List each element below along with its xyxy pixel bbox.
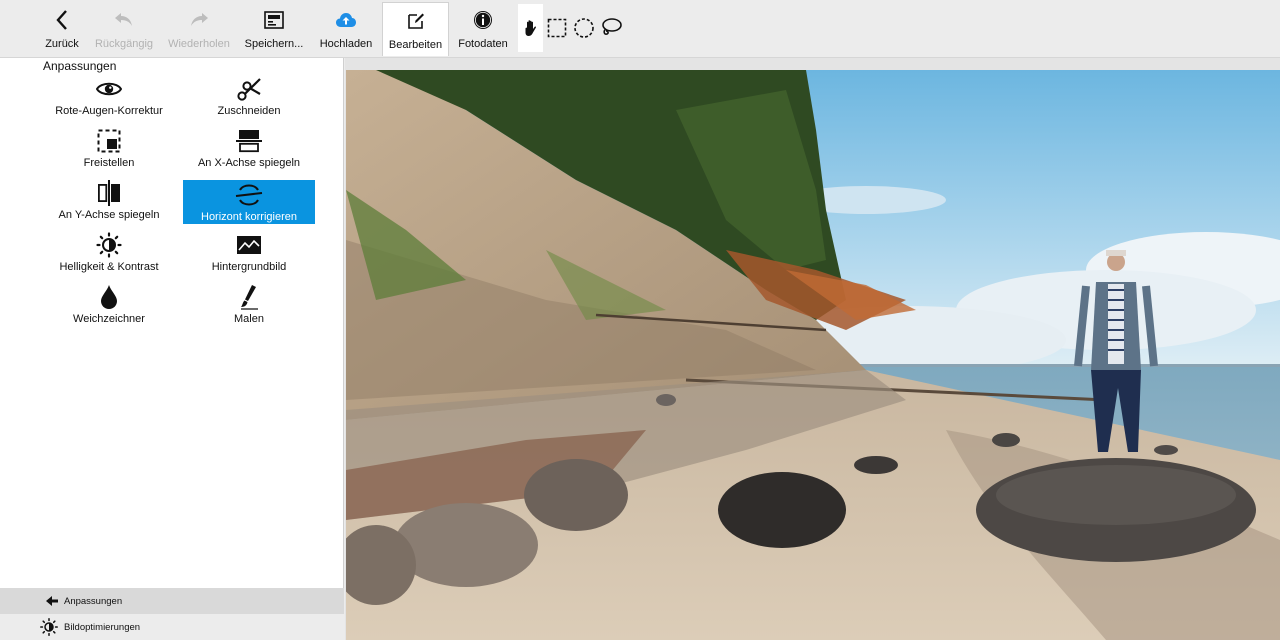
save-button[interactable]: Speichern... bbox=[244, 2, 304, 56]
upload-label: Hochladen bbox=[319, 38, 373, 50]
redo-button[interactable]: Wiederholen bbox=[168, 2, 230, 56]
redo-label: Wiederholen bbox=[168, 38, 230, 50]
info-label: Fotodaten bbox=[458, 38, 508, 50]
redo-icon bbox=[187, 8, 211, 32]
panel-title: Anpassungen bbox=[43, 59, 117, 73]
optimize-sun-icon bbox=[40, 618, 58, 636]
upload-button[interactable]: Hochladen bbox=[318, 2, 374, 56]
undo-label: Rückgängig bbox=[94, 38, 154, 50]
scissors-icon bbox=[236, 76, 262, 102]
brush-icon bbox=[238, 284, 260, 310]
adjustments-tab-label: Anpassungen bbox=[64, 595, 123, 607]
beach-photo-image bbox=[346, 70, 1280, 640]
ellipse-select-tool[interactable] bbox=[571, 15, 597, 41]
cutout-button[interactable]: Freistellen bbox=[43, 126, 175, 170]
lasso-icon bbox=[602, 18, 622, 35]
horizon-icon bbox=[235, 182, 263, 208]
flip-x-button[interactable]: An X-Achse spiegeln bbox=[183, 126, 315, 170]
undo-button[interactable]: Rückgängig bbox=[94, 2, 154, 56]
lasso-select-tool[interactable] bbox=[598, 15, 624, 41]
adj-label: Weichzeichner bbox=[73, 313, 145, 325]
hand-icon bbox=[525, 20, 536, 36]
edited-photo[interactable] bbox=[346, 70, 1280, 640]
landscape-icon bbox=[236, 232, 262, 258]
crop-select-icon bbox=[97, 128, 121, 154]
rect-select-tool[interactable] bbox=[544, 15, 570, 41]
adj-label: An X-Achse spiegeln bbox=[197, 157, 301, 169]
optimize-tab-label: Bildoptimierungen bbox=[64, 621, 141, 633]
background-image-button[interactable]: Hintergrundbild bbox=[183, 230, 315, 274]
save-icon bbox=[262, 8, 286, 32]
back-button[interactable]: Zurück bbox=[40, 2, 84, 56]
adj-label: Horizont korrigieren bbox=[201, 211, 297, 223]
brightness-icon bbox=[96, 232, 122, 258]
cut-button[interactable]: Zuschneiden bbox=[183, 74, 315, 118]
soften-button[interactable]: Weichzeichner bbox=[43, 282, 175, 326]
drop-icon bbox=[100, 284, 118, 310]
arrow-left-icon bbox=[46, 596, 58, 606]
adj-label: Malen bbox=[234, 313, 264, 325]
rect-select-icon bbox=[547, 18, 567, 38]
paint-button[interactable]: Malen bbox=[183, 282, 315, 326]
adj-label: Zuschneiden bbox=[217, 105, 281, 117]
chevron-left-icon bbox=[50, 8, 74, 32]
edit-pencil-icon bbox=[404, 9, 428, 33]
info-icon bbox=[471, 8, 495, 32]
undo-icon bbox=[112, 8, 136, 32]
adjustments-tab[interactable]: Anpassungen bbox=[0, 588, 344, 614]
adj-label: Freistellen bbox=[83, 157, 135, 169]
back-label: Zurück bbox=[45, 38, 79, 50]
adjustments-panel: Anpassungen Rote-Augen-Korrektur Zuschne… bbox=[0, 58, 344, 640]
horizon-correct-button[interactable]: Horizont korrigieren bbox=[183, 180, 315, 224]
ellipse-select-icon bbox=[574, 18, 594, 38]
cloud-upload-icon bbox=[334, 8, 358, 32]
hand-tool[interactable] bbox=[518, 4, 543, 52]
adj-label: An Y-Achse spiegeln bbox=[58, 209, 160, 221]
photo-info-button[interactable]: Fotodaten bbox=[455, 2, 511, 56]
image-optimization-tab[interactable]: Bildoptimierungen bbox=[0, 614, 344, 640]
selection-tools bbox=[518, 4, 625, 52]
flip-y-button[interactable]: An Y-Achse spiegeln bbox=[43, 178, 175, 222]
edit-label: Bearbeiten bbox=[388, 39, 443, 51]
adj-label: Rote-Augen-Korrektur bbox=[55, 105, 163, 117]
edit-tab[interactable]: Bearbeiten bbox=[382, 2, 449, 56]
brightness-contrast-button[interactable]: Helligkeit & Kontrast bbox=[43, 230, 175, 274]
eye-icon bbox=[96, 76, 122, 102]
flip-x-icon bbox=[236, 128, 262, 154]
top-toolbar: Zurück Rückgängig Wiederholen Speichern.… bbox=[0, 0, 1280, 58]
red-eye-correction-button[interactable]: Rote-Augen-Korrektur bbox=[43, 74, 175, 118]
adj-label: Helligkeit & Kontrast bbox=[59, 261, 159, 273]
save-label: Speichern... bbox=[244, 38, 304, 50]
flip-y-icon bbox=[97, 180, 121, 206]
adj-label: Hintergrundbild bbox=[211, 261, 287, 273]
